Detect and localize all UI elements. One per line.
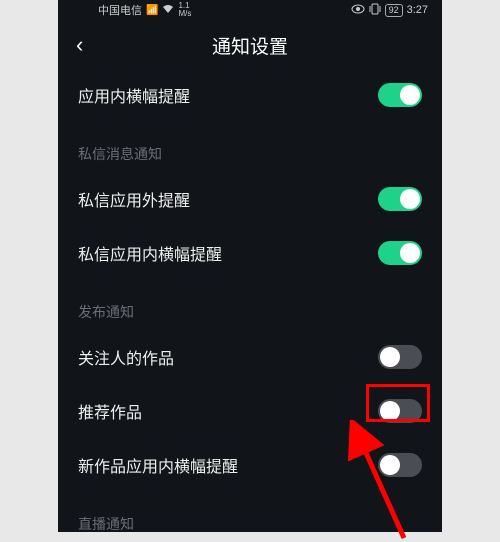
- toggle-recommend-works[interactable]: [378, 399, 422, 423]
- toggle-banner-in-app[interactable]: [378, 83, 422, 107]
- label-follow-works: 关注人的作品: [78, 345, 174, 369]
- phone-screen: 中国电信 📶 1.1M/s 92 3:27 ‹ 通知设置 应用内横幅提醒: [58, 0, 442, 532]
- label-dm-banner: 私信应用内横幅提醒: [78, 241, 222, 265]
- vibrate-icon: [369, 3, 381, 18]
- row-recommend-works[interactable]: 推荐作品: [78, 384, 422, 438]
- toggle-dm-banner[interactable]: [378, 241, 422, 265]
- eye-icon: [351, 4, 365, 17]
- row-follow-works[interactable]: 关注人的作品: [78, 330, 422, 384]
- row-new-works-banner[interactable]: 新作品应用内横幅提醒: [78, 438, 422, 492]
- network-speed: 1.1M/s: [178, 2, 191, 18]
- section-dm: 私信消息通知: [78, 122, 422, 172]
- section-live: 直播通知: [78, 492, 422, 542]
- row-dm-banner[interactable]: 私信应用内横幅提醒: [78, 226, 422, 280]
- back-button[interactable]: ‹: [76, 32, 83, 58]
- clock: 3:27: [407, 4, 428, 16]
- toggle-new-works-banner[interactable]: [378, 453, 422, 477]
- label-dm-external: 私信应用外提醒: [78, 187, 190, 211]
- section-publish: 发布通知: [78, 280, 422, 330]
- page-header: ‹ 通知设置: [58, 22, 442, 68]
- carrier-label: 中国电信: [98, 2, 142, 18]
- label-recommend-works: 推荐作品: [78, 399, 142, 423]
- label-new-works-banner: 新作品应用内横幅提醒: [78, 453, 238, 477]
- label-banner-in-app: 应用内横幅提醒: [78, 83, 190, 107]
- toggle-dm-external[interactable]: [378, 187, 422, 211]
- wifi-icon: [162, 4, 174, 17]
- row-dm-external[interactable]: 私信应用外提醒: [78, 172, 422, 226]
- battery-icon: 92: [385, 4, 403, 17]
- toggle-follow-works[interactable]: [378, 345, 422, 369]
- row-banner-in-app[interactable]: 应用内横幅提醒: [78, 68, 422, 122]
- settings-list: 应用内横幅提醒 私信消息通知 私信应用外提醒 私信应用内横幅提醒 发布通知 关注…: [58, 68, 442, 542]
- page-title: 通知设置: [212, 32, 288, 59]
- signal-icon: 📶: [146, 5, 158, 16]
- status-bar: 中国电信 📶 1.1M/s 92 3:27: [58, 0, 442, 22]
